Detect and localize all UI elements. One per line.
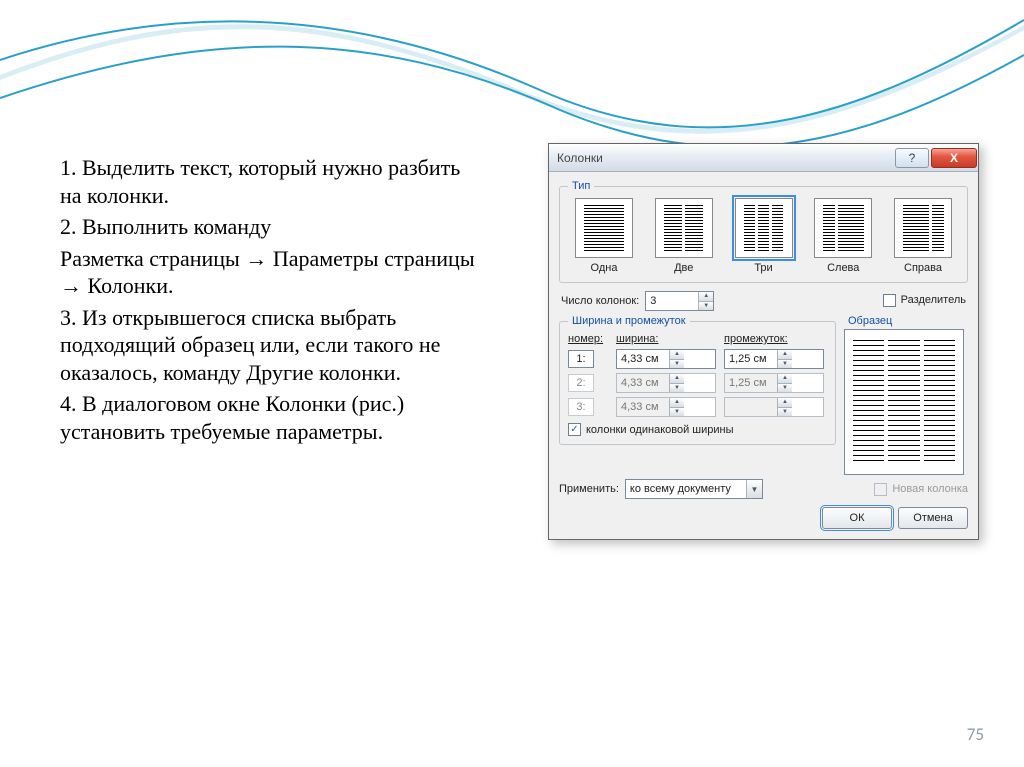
apply-to-dropdown[interactable]: ко всему документу ▼ [625, 479, 763, 499]
dialog-title: Колонки [557, 151, 603, 165]
columns-dialog: Колонки ? X Тип Одна Две Три [548, 143, 979, 540]
column-type-one[interactable]: Одна [568, 198, 640, 274]
width-gap-group: Ширина и промежуток номер: ширина: проме… [559, 315, 836, 445]
help-button[interactable]: ? [895, 148, 929, 168]
column-type-two[interactable]: Две [648, 198, 720, 274]
header-width: ширина: [616, 333, 716, 345]
ok-button[interactable]: ОК [822, 507, 892, 529]
gap-input-1[interactable]: ▲▼ [724, 349, 824, 369]
column-type-left[interactable]: Слева [807, 198, 879, 274]
divider-checkbox[interactable]: Разделитель [883, 294, 966, 307]
instruction-step-2: 2. Выполнить команду [60, 213, 480, 241]
dialog-titlebar: Колонки ? X [549, 144, 978, 172]
width-input-2: ▲▼ [616, 373, 716, 393]
row-index-1: 1: [568, 350, 594, 368]
gap-input-3: ▲▼ [724, 397, 824, 417]
row-index-2: 2: [568, 374, 594, 392]
new-column-checkbox: Новая колонка [874, 483, 968, 496]
help-icon: ? [909, 151, 916, 165]
width-gap-label: Ширина и промежуток [568, 315, 690, 327]
header-gap: промежуток: [724, 333, 824, 345]
sample-label: Образец [844, 315, 968, 327]
instruction-step-1: 1. Выделить текст, который нужно разбить… [60, 154, 480, 209]
close-icon: X [950, 151, 958, 165]
row-index-3: 3: [568, 398, 594, 416]
gap-input-2: ▲▼ [724, 373, 824, 393]
apply-to-label: Применить: [559, 483, 619, 495]
header-number: номер: [568, 333, 608, 345]
page-number: 75 [967, 724, 984, 745]
width-input-1[interactable]: ▲▼ [616, 349, 716, 369]
checkbox-icon: ✓ [568, 423, 581, 436]
instruction-text: 1. Выделить текст, который нужно разбить… [60, 150, 480, 449]
instruction-step-3: 3. Из открывшегося списка выбрать подход… [60, 304, 480, 387]
close-button[interactable]: X [931, 148, 977, 168]
equal-width-checkbox[interactable]: ✓ колонки одинаковой ширины [568, 423, 734, 436]
column-type-right[interactable]: Справа [887, 198, 959, 274]
type-group-label: Тип [568, 180, 594, 192]
spin-down-icon[interactable]: ▼ [698, 302, 713, 311]
checkbox-icon [874, 483, 887, 496]
spin-up-icon[interactable]: ▲ [698, 292, 713, 302]
decorative-wave [0, 0, 1024, 160]
num-columns-label: Число колонок: [561, 295, 639, 307]
instruction-step-path: Разметка страницы → Параметры страницы →… [60, 245, 480, 300]
type-group: Тип Одна Две Три Слева [559, 180, 968, 283]
instruction-step-4: 4. В диалоговом окне Колонки (рис.) уста… [60, 390, 480, 445]
num-columns-input[interactable]: ▲▼ [645, 291, 714, 311]
width-input-3: ▲▼ [616, 397, 716, 417]
column-type-three[interactable]: Три [728, 198, 800, 274]
sample-preview [844, 329, 964, 475]
checkbox-icon [883, 294, 896, 307]
chevron-down-icon: ▼ [746, 480, 762, 498]
cancel-button[interactable]: Отмена [898, 507, 968, 529]
